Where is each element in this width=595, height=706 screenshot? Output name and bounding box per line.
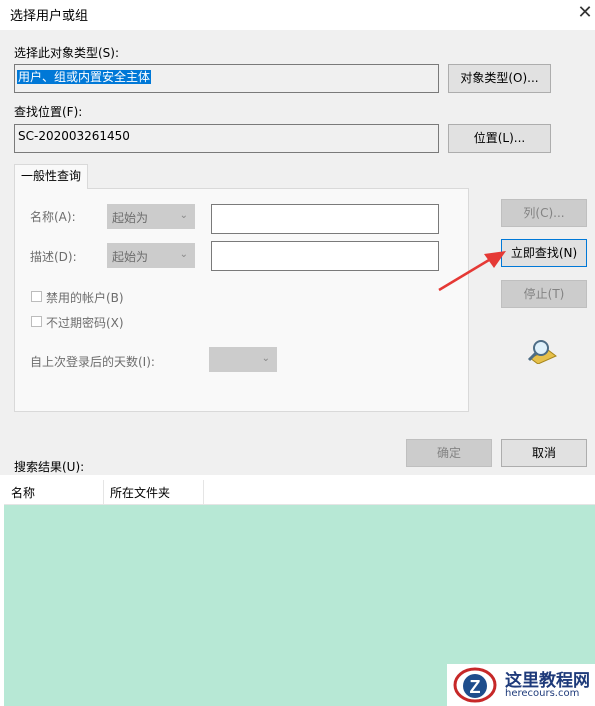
find-now-button[interactable]: 立即查找(N) — [501, 239, 587, 267]
column-divider[interactable] — [103, 480, 104, 504]
chevron-down-icon: ⌄ — [179, 249, 188, 260]
disabled-accounts-checkbox[interactable] — [31, 291, 42, 302]
chevron-down-icon: ⌄ — [261, 353, 270, 364]
title-bar — [0, 0, 595, 30]
watermark-url: herecours.com — [505, 688, 580, 699]
name-label: 名称(A): — [30, 210, 76, 224]
columns-button[interactable]: 列(C)... — [501, 199, 587, 227]
tab-common-queries[interactable]: 一般性查询 — [14, 164, 88, 189]
description-input[interactable] — [211, 241, 439, 271]
window-title: 选择用户或组 — [10, 9, 89, 24]
location-label: 查找位置(F): — [14, 105, 83, 119]
watermark: Z 这里教程网 herecours.com — [447, 664, 595, 706]
disabled-accounts-label: 禁用的帐户(B) — [46, 291, 124, 305]
close-icon[interactable]: ✕ — [574, 2, 595, 24]
name-input[interactable] — [211, 204, 439, 234]
search-icon — [527, 340, 557, 364]
object-type-field: 用户、组或内置安全主体 — [14, 64, 439, 93]
column-divider[interactable] — [203, 480, 204, 504]
results-header — [4, 480, 595, 505]
location-field: SC-202003261450 — [14, 124, 439, 153]
description-mode-value: 起始为 — [112, 250, 149, 264]
logo-icon: Z — [453, 667, 497, 703]
svg-text:Z: Z — [470, 677, 481, 697]
stop-button[interactable]: 停止(T) — [501, 280, 587, 308]
column-header-name[interactable]: 名称 — [11, 484, 35, 501]
cancel-button[interactable]: 取消 — [501, 439, 587, 467]
description-label: 描述(D): — [30, 250, 77, 264]
description-mode-select[interactable]: 起始为 ⌄ — [107, 243, 195, 268]
locations-button[interactable]: 位置(L)... — [448, 124, 551, 153]
object-type-value: 用户、组或内置安全主体 — [17, 70, 152, 84]
name-mode-select[interactable]: 起始为 ⌄ — [107, 204, 195, 229]
name-mode-value: 起始为 — [112, 211, 149, 225]
chevron-down-icon: ⌄ — [179, 210, 188, 221]
search-results-label: 搜索结果(U): — [14, 460, 85, 474]
days-since-logon-select[interactable]: ⌄ — [209, 347, 277, 372]
ok-button[interactable]: 确定 — [406, 439, 492, 467]
column-header-folder[interactable]: 所在文件夹 — [110, 484, 170, 501]
location-value: SC-202003261450 — [18, 129, 130, 143]
object-type-label: 选择此对象类型(S): — [14, 46, 120, 60]
annotation-arrow-icon — [438, 251, 506, 292]
non-expiring-password-label: 不过期密码(X) — [46, 316, 124, 330]
object-types-button[interactable]: 对象类型(O)... — [448, 64, 551, 93]
days-since-logon-label: 自上次登录后的天数(I): — [30, 355, 155, 369]
non-expiring-password-checkbox[interactable] — [31, 316, 42, 327]
